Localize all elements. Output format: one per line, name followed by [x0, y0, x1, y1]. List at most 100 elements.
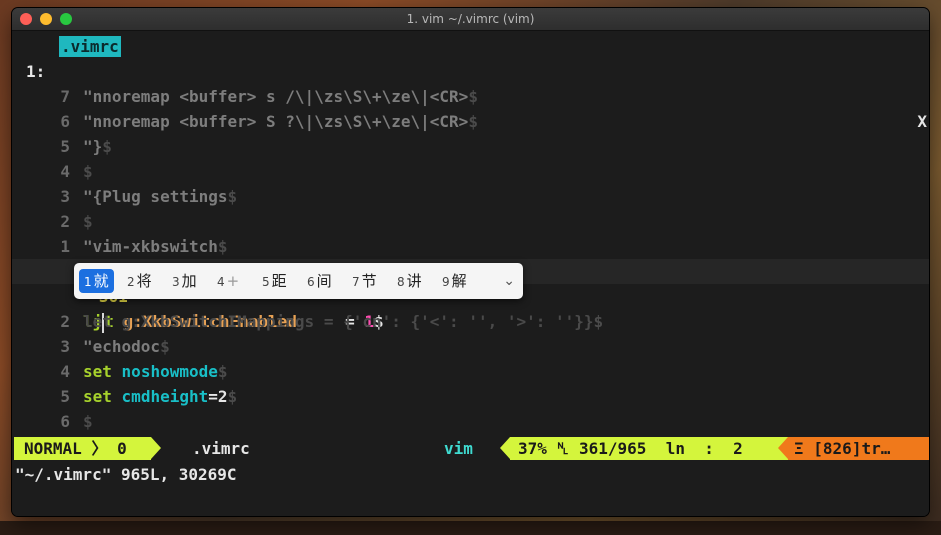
status-filetype: vim [444, 439, 473, 458]
buffer-line[interactable]: 6 $ [12, 409, 929, 434]
title-bar[interactable]: 1. vim ~/.vimrc (vim) [12, 8, 929, 31]
scroll-percent: 37% [518, 439, 547, 458]
warning-arrow-icon [778, 437, 788, 459]
candidate-number: 7 [352, 275, 360, 289]
line-text[interactable]: let g:XkbSwitchIMappings = {'cn': {'<': … [83, 309, 603, 334]
statusline: NORMAL 〉 0 .vimrc vim 37% ␤ 361/965 ln :… [14, 437, 929, 460]
line-number: 6 [60, 112, 70, 131]
candidate-text: 距 [271, 272, 287, 290]
ime-candidate-window[interactable]: 1 就 2 将 3 加 4 + 5 距 6 间 7 节 8 讲 9 解 ⌄ [74, 263, 523, 299]
ime-candidate[interactable]: 7节 [352, 269, 377, 293]
buffer-line[interactable]: 5 "}$ [12, 134, 929, 159]
option-value: =2 [208, 387, 228, 406]
eol-marker: $ [83, 412, 93, 431]
line-text[interactable]: "vim-xkbswitch$ [83, 234, 228, 259]
line-number: 3 [60, 187, 70, 206]
tabline: 1: .vimrc X [12, 34, 929, 131]
status-warning: Ξ [826]tr… [788, 437, 929, 460]
line-content: "nnoremap <buffer> S ?\|\zs\S\+\ze\|<CR> [83, 112, 469, 131]
line-number: 5 [60, 137, 70, 156]
line-content: "{Plug settings [83, 187, 228, 206]
line-text[interactable]: "nnoremap <buffer> s /\|\zs\S\+\ze\|<CR>… [83, 84, 478, 109]
line-text[interactable]: $ [83, 409, 93, 434]
mode-arrow-icon [151, 437, 161, 459]
line-number: 7 [60, 87, 70, 106]
candidate-number: 5 [262, 275, 270, 289]
mode-label: NORMAL [24, 439, 82, 458]
chevron-down-icon[interactable]: ⌄ [503, 269, 515, 293]
buffer-line[interactable]: 5 set cmdheight=2$ [12, 384, 929, 409]
eol-marker: $ [468, 112, 478, 131]
desktop-strip [0, 521, 941, 535]
candidate-text: 间 [316, 272, 332, 290]
line-text[interactable]: set noshowmode$ [83, 359, 228, 384]
line-number: 4 [60, 362, 70, 381]
eol-marker: $ [227, 187, 238, 206]
buffer-line[interactable]: 3 "echodoc$ [12, 334, 929, 359]
tab-vimrc[interactable]: .vimrc [59, 36, 121, 57]
candidate-text: + [226, 272, 240, 290]
buffer-line[interactable]: 4 $ [12, 159, 929, 184]
line-number: 5 [60, 387, 70, 406]
mode-indicator: NORMAL 〉 0 [14, 437, 151, 460]
line-number: 2 [60, 212, 70, 231]
candidate-text: 加 [181, 272, 197, 290]
candidate-number: 2 [127, 275, 135, 289]
buffer-line[interactable]: 4 set noshowmode$ [12, 359, 929, 384]
buffer-line[interactable]: 3 "{Plug settings$ [12, 184, 929, 209]
ime-candidate[interactable]: 1就 [79, 269, 114, 293]
ime-candidate[interactable]: 8讲 [397, 269, 422, 293]
line-text[interactable]: set cmdheight=2$ [83, 384, 237, 409]
terminal-window[interactable]: 1. vim ~/.vimrc (vim) 1: .vimrc X 7 "nnor… [12, 8, 929, 516]
column-number: 2 [733, 439, 743, 458]
buffer-line[interactable]: 6 "nnoremap <buffer> S ?\|\zs\S\+\ze\|<CR… [12, 109, 929, 134]
colon-label: : [704, 439, 714, 458]
line-content: "nnoremap <buffer> s /\|\zs\S\+\ze\|<CR> [83, 87, 469, 106]
candidate-text: 将 [136, 272, 152, 290]
warning-text: [826]tr… [813, 439, 891, 458]
line-text[interactable]: "{Plug settings$ [83, 184, 237, 209]
vim-editor[interactable]: 1: .vimrc X 7 "nnoremap <buffer> s /\|\zs… [12, 31, 929, 516]
eol-marker: $ [160, 337, 170, 356]
line-text[interactable]: "}$ [83, 134, 112, 159]
ime-candidate[interactable]: 9解 [442, 269, 467, 293]
separator-icon: 〉 [91, 439, 108, 458]
candidate-number: 9 [442, 275, 450, 289]
eol-marker: $ [217, 237, 228, 256]
line-content: "} [83, 137, 103, 156]
eol-marker: $ [83, 212, 93, 231]
candidate-text: 节 [361, 272, 377, 290]
hunk-count: 0 [117, 439, 127, 458]
option-name: cmdheight [121, 387, 209, 406]
line-text[interactable]: "nnoremap <buffer> S ?\|\zs\S\+\ze\|<CR>… [83, 109, 478, 134]
line-number: 2 [60, 312, 70, 331]
ime-candidate[interactable]: 5距 [262, 269, 287, 293]
candidate-number: 1 [84, 275, 92, 289]
buffer-line[interactable]: 7 "nnoremap <buffer> s /\|\zs\S\+\ze\|<CR… [12, 84, 929, 109]
ime-candidate[interactable]: 4 + [217, 269, 239, 293]
ime-candidate[interactable]: 3加 [172, 269, 197, 293]
line-number: 1 [60, 237, 70, 256]
command-message: "~/.vimrc" 965L, 30269C [15, 465, 237, 484]
eol-marker: $ [227, 387, 238, 406]
line-text[interactable]: $ [83, 209, 93, 234]
candidate-text: 就 [93, 272, 109, 290]
candidate-number: 8 [397, 275, 405, 289]
line-text[interactable]: $ [83, 159, 93, 184]
ime-candidate[interactable]: 6间 [307, 269, 332, 293]
line-number: 6 [60, 412, 70, 431]
buffer-line[interactable]: 1 "vim-xkbswitch$ [12, 234, 929, 259]
candidate-text: 解 [451, 272, 467, 290]
eol-marker: $ [217, 362, 228, 381]
eol-marker: $ [83, 162, 93, 181]
eol-marker: $ [102, 137, 112, 156]
keyword-set: set [83, 387, 112, 406]
ln-label: ln [665, 439, 685, 458]
buffer-line[interactable]: 2 $ [12, 209, 929, 234]
ime-candidate[interactable]: 2将 [127, 269, 152, 293]
buffer-line[interactable]: 2 let g:XkbSwitchIMappings = {'cn': {'<':… [12, 309, 929, 334]
line-text[interactable]: "echodoc$ [83, 334, 170, 359]
filetype-arrow-icon [500, 437, 510, 459]
line-position: 361/965 [579, 439, 647, 458]
window-title: 1. vim ~/.vimrc (vim) [406, 12, 535, 26]
